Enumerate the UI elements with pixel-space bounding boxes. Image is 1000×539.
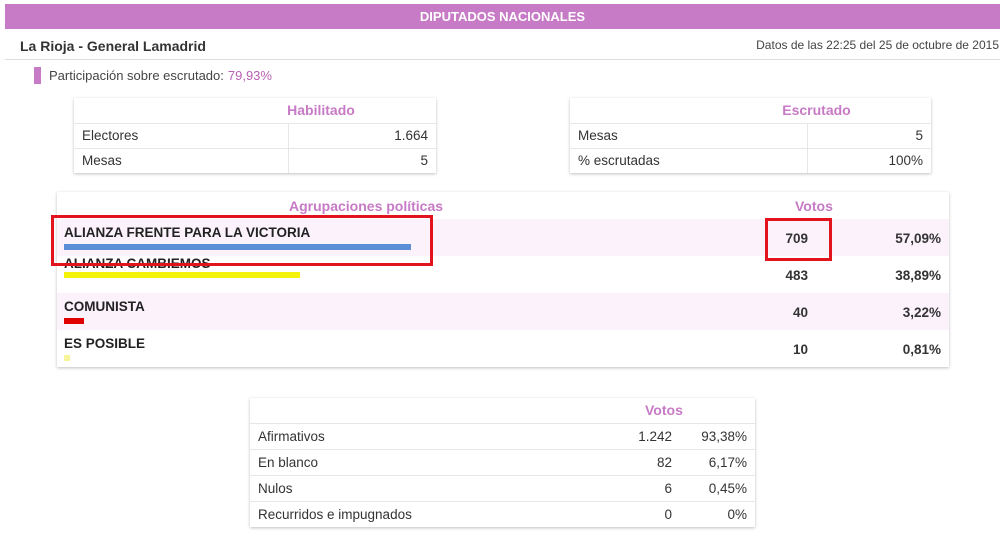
votos-label: Nulos (250, 475, 550, 502)
votos-count: 6 (550, 475, 680, 502)
participation-value: 79,93% (227, 67, 272, 83)
votos-table: Votos Afirmativos 1.242 93,38% En blanco… (250, 398, 755, 527)
escrutado-header: Escrutado (570, 98, 931, 124)
escrutado-label: % escrutadas (570, 148, 809, 173)
party-percentage: 0,81% (902, 342, 941, 357)
escrutado-table: Escrutado Mesas 5 % escrutadas 100% (570, 98, 931, 173)
table-row: Recurridos e impugnados 0 0% (250, 501, 755, 527)
table-row: Afirmativos 1.242 93,38% (250, 423, 755, 450)
party-votes: 40 (792, 305, 808, 320)
table-row: Electores 1.664 (74, 123, 436, 149)
table-row: Mesas 5 (570, 123, 931, 149)
party-row: ES POSIBLE 10 0,81% (57, 330, 949, 367)
parties-header-votes: Votos (795, 198, 833, 214)
escrutado-value: 100% (888, 153, 923, 169)
votos-percentage: 6,17% (680, 449, 755, 476)
divider (5, 59, 1000, 60)
parties-header-name: Agrupaciones políticas (289, 198, 444, 214)
table-row: En blanco 82 6,17% (250, 449, 755, 476)
party-row: COMUNISTA 40 3,22% (57, 293, 949, 330)
party-votes: 483 (785, 268, 808, 283)
participation-label: Participación sobre escrutado: (49, 67, 224, 83)
votos-percentage: 93,38% (680, 423, 755, 450)
habilitado-table: Habilitado Electores 1.664 Mesas 5 (74, 98, 436, 173)
location-label: La Rioja - General Lamadrid (20, 38, 206, 54)
votos-label: En blanco (250, 449, 550, 476)
party-bar (64, 355, 70, 361)
votos-count: 1.242 (550, 423, 680, 450)
votos-count: 0 (664, 506, 672, 522)
party-name: COMUNISTA (64, 299, 145, 314)
votos-percentage: 0,45% (680, 475, 755, 502)
habilitado-value: 1.664 (288, 123, 436, 149)
habilitado-value: 5 (420, 153, 428, 169)
participation-summary: Participación sobre escrutado: 79,93% (34, 66, 272, 84)
participation-marker-icon (34, 66, 41, 84)
party-percentage: 38,89% (895, 268, 941, 283)
section-title: DIPUTADOS NACIONALES (5, 4, 1000, 29)
highlight-box (765, 218, 832, 261)
votos-percentage: 0% (727, 506, 747, 522)
party-bar (64, 318, 84, 324)
votos-label: Recurridos e impugnados (258, 506, 412, 522)
habilitado-header: Habilitado (74, 98, 436, 124)
table-row: Mesas 5 (74, 148, 436, 173)
party-name: ES POSIBLE (64, 336, 146, 351)
escrutado-label: Mesas (570, 123, 809, 149)
party-votes: 10 (792, 342, 808, 357)
table-row: % escrutadas 100% (570, 148, 931, 173)
table-row: Nulos 6 0,45% (250, 475, 755, 502)
highlight-box (51, 215, 433, 266)
habilitado-label: Electores (74, 123, 289, 149)
data-timestamp: Datos de las 22:25 del 25 de octubre de … (756, 38, 999, 52)
party-percentage: 3,22% (902, 305, 941, 320)
votos-label: Afirmativos (250, 423, 550, 450)
escrutado-value: 5 (807, 123, 931, 149)
votos-count: 82 (550, 449, 680, 476)
votos-header: Votos (550, 398, 755, 424)
party-bar (64, 272, 300, 278)
party-percentage: 57,09% (895, 231, 941, 246)
habilitado-label: Mesas (74, 148, 289, 173)
